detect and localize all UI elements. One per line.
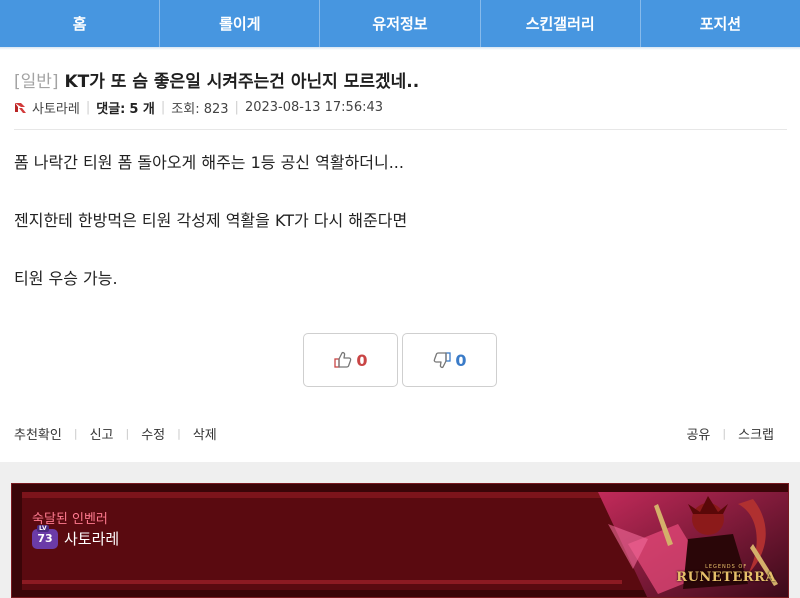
- level-badge-icon: LV 73: [32, 524, 58, 549]
- edit-link[interactable]: 수정: [141, 424, 165, 443]
- post-title-text: KT가 또 슴 좋은일 시켜주는건 아닌지 모르겠네..: [64, 72, 420, 92]
- comments-count[interactable]: 5 개: [129, 98, 155, 117]
- action-divider: |: [125, 427, 130, 440]
- action-divider: |: [177, 427, 181, 440]
- post-actions-left: 추천확인 | 신고 | 수정 | 삭제: [14, 424, 217, 443]
- divider: [14, 129, 787, 130]
- thumbs-down-icon: [434, 352, 452, 369]
- downvote-button[interactable]: 0: [402, 333, 497, 387]
- check-recommend-link[interactable]: 추천확인: [14, 424, 62, 443]
- post-body-line: 젠지한테 한방먹은 티원 각성제 역활을 KT가 다시 해준다면: [14, 211, 408, 230]
- thumbs-up-icon: [334, 351, 352, 368]
- upvote-count: 0: [356, 350, 368, 370]
- user-signature-banner[interactable]: 숙달된 인벤러 LV 73 사토라레 LEGENDS OF RUNETERRA: [11, 483, 789, 598]
- post-body-line: 티원 우승 가능.: [14, 269, 118, 288]
- banner-username: 사토라레: [64, 530, 120, 548]
- post-title: [일반] KT가 또 슴 좋은일 시켜주는건 아닌지 모르겠네..: [14, 67, 419, 92]
- share-link[interactable]: 공유: [686, 424, 710, 443]
- action-divider: |: [73, 427, 78, 440]
- post-actions-right: 공유 | 스크랩: [686, 424, 774, 443]
- runeterra-logo: LEGENDS OF RUNETERRA: [676, 564, 776, 585]
- report-link[interactable]: 신고: [90, 424, 114, 443]
- scrap-link[interactable]: 스크랩: [738, 424, 774, 443]
- nav-shadow: [0, 47, 800, 50]
- logo-big-text: RUNETERRA: [676, 570, 776, 585]
- nav-home[interactable]: 홈: [0, 0, 161, 47]
- view-count: 조회: 823: [171, 102, 229, 117]
- downvote-count: 0: [455, 350, 467, 370]
- nav-lol-board[interactable]: 롤이게: [160, 0, 321, 47]
- nav-skin-gallery[interactable]: 스킨갤러리: [481, 0, 641, 47]
- level-tag: LV: [37, 524, 49, 532]
- post-meta: 사토라레 | 댓글: 5 개 | 조회: 823 | 2023-08-13 17…: [14, 98, 383, 117]
- level-number: 73: [37, 532, 53, 545]
- action-divider: |: [722, 427, 727, 440]
- post-category: [일반]: [14, 72, 59, 92]
- nav-position[interactable]: 포지션: [641, 0, 800, 47]
- banner-user: LV 73 사토라레: [32, 524, 120, 549]
- meta-divider: |: [160, 100, 166, 115]
- meta-divider: |: [85, 100, 91, 115]
- nav-user-info[interactable]: 유저정보: [320, 0, 481, 47]
- meta-divider: |: [234, 100, 239, 115]
- post-datetime: 2023-08-13 17:56:43: [244, 100, 384, 115]
- author-rank-icon: [14, 101, 27, 114]
- comments-label: 댓글:: [96, 102, 126, 117]
- author-name[interactable]: 사토라레: [32, 98, 80, 117]
- delete-link[interactable]: 삭제: [193, 424, 217, 443]
- upvote-button[interactable]: 0: [303, 333, 398, 387]
- top-nav: 홈 롤이게 유저정보 스킨갤러리 포지션: [0, 0, 800, 47]
- post-body-line: 폼 나락간 티원 폼 돌아오게 해주는 1등 공신 역활하더니...: [14, 153, 404, 172]
